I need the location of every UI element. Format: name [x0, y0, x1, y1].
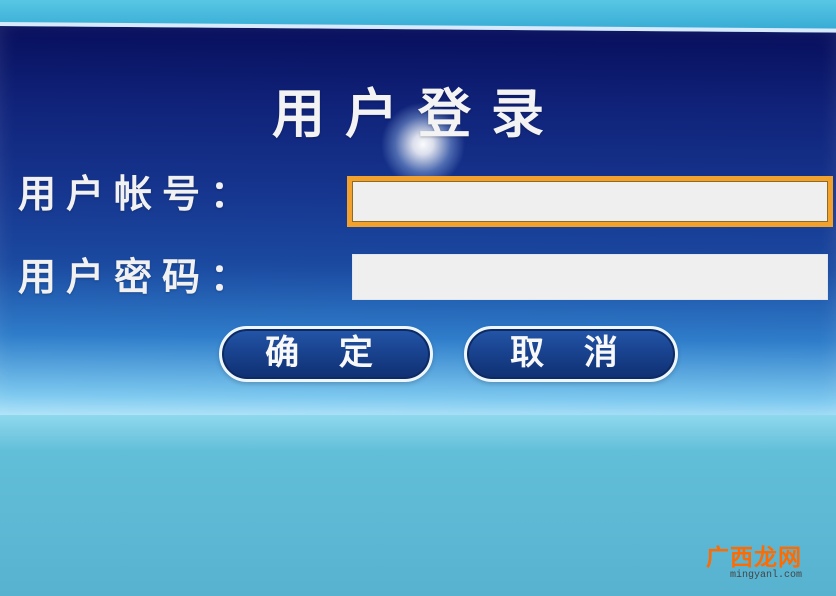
password-label: 用户密码：: [18, 255, 259, 299]
account-input[interactable]: [347, 176, 833, 227]
watermark: 广西龙网 mingyanl.com: [706, 538, 802, 581]
dialog-title: 用户登录: [272, 84, 564, 145]
account-label: 用户帐号：: [18, 172, 259, 216]
confirm-button[interactable]: 确 定: [219, 326, 433, 382]
watermark-text: 广西龙网: [706, 545, 802, 571]
password-input[interactable]: [352, 254, 828, 300]
cancel-button[interactable]: 取 消: [464, 326, 678, 382]
